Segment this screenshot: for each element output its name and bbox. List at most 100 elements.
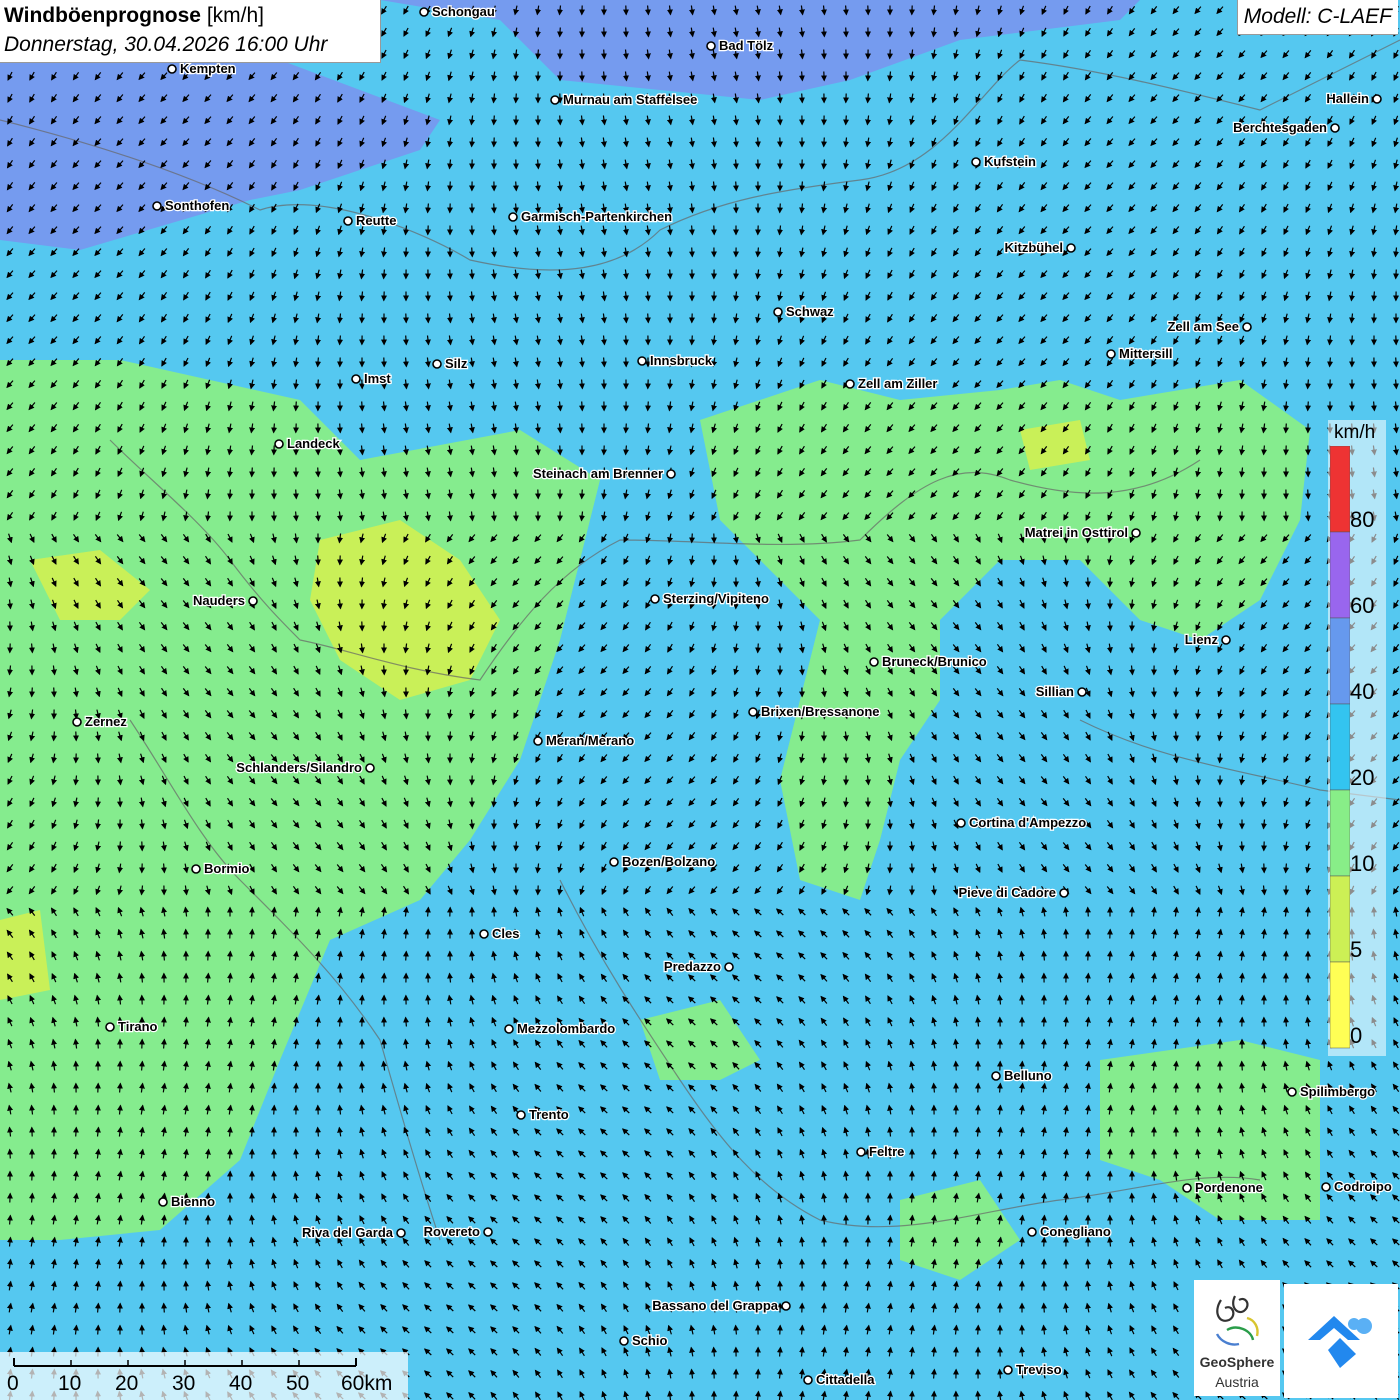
city-label: Bormio (204, 861, 250, 876)
scale-tick-10: 10 (58, 1372, 82, 1395)
wind-arrow (711, 313, 718, 324)
wind-arrow (1239, 1060, 1246, 1071)
wind-arrow (1239, 489, 1246, 500)
wind-arrow (622, 335, 629, 346)
city-label: Spilimbergo (1300, 1084, 1375, 1099)
city-label: Rovereto (424, 1224, 480, 1239)
wind-arrow (1063, 928, 1070, 939)
city-dot-icon (650, 594, 660, 604)
wind-arrow (490, 203, 497, 214)
wind-arrow (644, 313, 651, 324)
city-dot-icon (1066, 243, 1076, 253)
wind-arrow (314, 1060, 321, 1071)
wind-arrow (94, 1302, 101, 1313)
city-label: Schio (632, 1333, 667, 1348)
wind-arrow (776, 93, 783, 104)
city-dot-icon (609, 857, 619, 867)
legend-label-20: 20 (1350, 765, 1375, 790)
city-label: Innsbruck (650, 353, 713, 368)
city-marker: Bassano del Grappa (651, 1297, 791, 1314)
wind-arrow (94, 753, 101, 764)
wind-arrow (887, 49, 894, 60)
wind-arrow (138, 1258, 145, 1269)
wind-arrow (534, 159, 541, 170)
wind-arrow (843, 115, 850, 126)
city-label: Matrei in Osttirol (1025, 525, 1128, 540)
city-dot-icon (248, 596, 258, 606)
legend-swatch-0 (1330, 961, 1350, 1049)
city-label: Reutte (356, 213, 396, 228)
wind-arrow (689, 335, 696, 346)
wind-arrow (975, 1038, 982, 1049)
wind-arrow (204, 1170, 211, 1181)
geosphere-logo[interactable]: GeoSphere Austria (1194, 1280, 1280, 1396)
city-label: Bassano del Grappa (652, 1298, 778, 1313)
city-label: Murnau am Staffelsee (563, 92, 697, 107)
wind-arrow (886, 1214, 893, 1225)
wind-arrow (292, 1082, 299, 1093)
city-label: Sonthofen (165, 198, 229, 213)
wind-arrow (446, 269, 453, 280)
city-marker: Pieve di Cadore (957, 884, 1069, 901)
wind-gust-map[interactable]: Schongau Bad Tölz Kempten Murnau am Staffel… (0, 0, 1400, 1400)
wind-arrow (182, 994, 189, 1005)
wind-arrow (1040, 1016, 1047, 1027)
wind-arrow (1041, 950, 1048, 961)
wind-arrow (512, 885, 519, 896)
city-label: Silz (445, 356, 468, 371)
city-label: Bozen/Bolzano (622, 854, 715, 869)
wind-arrow (402, 928, 409, 939)
city-label: Riva del Garda (302, 1225, 394, 1240)
city-dot-icon (167, 64, 177, 74)
city-marker: Berchtesgaden (1232, 119, 1340, 136)
wind-arrow (886, 819, 893, 830)
wind-arrow (1194, 1038, 1201, 1049)
city-label: Meran/Merano (546, 733, 634, 748)
wind-arrow (821, 1214, 828, 1225)
city-label: Nauders (193, 593, 245, 608)
city-dot-icon (105, 1022, 115, 1032)
city-dot-icon (550, 95, 560, 105)
app-logo[interactable] (1284, 1284, 1398, 1398)
city-label: Mittersill (1119, 346, 1172, 361)
city-marker: Spilimbergo (1287, 1083, 1376, 1100)
wind-arrow (1128, 1126, 1135, 1137)
wind-arrow (50, 1170, 57, 1181)
wind-arrow (733, 1324, 740, 1335)
wind-arrow (292, 489, 299, 500)
city-dot-icon (1027, 1227, 1037, 1237)
map-title: Windböenprognose [km/h] (4, 4, 264, 27)
geosphere-logo-line1: GeoSphere (1199, 1354, 1275, 1370)
wind-arrow (1282, 511, 1289, 522)
wind-arrow (380, 665, 387, 676)
wind-arrow (1129, 1192, 1136, 1203)
wind-arrow (161, 950, 168, 961)
wind-arrow (160, 1038, 167, 1049)
city-marker: Sonthofen (152, 197, 231, 214)
city-dot-icon (781, 1301, 791, 1311)
scale-tick-30: 30 (172, 1372, 196, 1395)
wind-arrow (579, 489, 586, 500)
wind-arrow (821, 159, 828, 170)
wind-arrow (820, 49, 827, 60)
wind-arrow (424, 313, 431, 324)
wind-arrow (1173, 1148, 1180, 1159)
wind-arrow (931, 1082, 938, 1093)
wind-arrow (1392, 357, 1399, 368)
city-dot-icon (619, 1336, 629, 1346)
city-marker: Murnau am Staffelsee (550, 91, 699, 108)
wind-arrow (51, 731, 58, 742)
wind-arrow (909, 1104, 916, 1115)
wind-arrow (138, 1060, 145, 1071)
wind-arrow (799, 181, 806, 192)
city-label: Landeck (287, 436, 341, 451)
wind-arrow (1349, 335, 1356, 346)
city-label: Kitzbühel (1005, 240, 1064, 255)
wind-arrow (865, 93, 872, 104)
wind-arrow (711, 1346, 718, 1357)
wind-arrow (1238, 841, 1245, 852)
wind-arrow (183, 928, 190, 939)
wind-arrow (1217, 753, 1224, 764)
city-marker: Conegliano (1027, 1223, 1112, 1240)
wind-arrow (666, 269, 673, 280)
